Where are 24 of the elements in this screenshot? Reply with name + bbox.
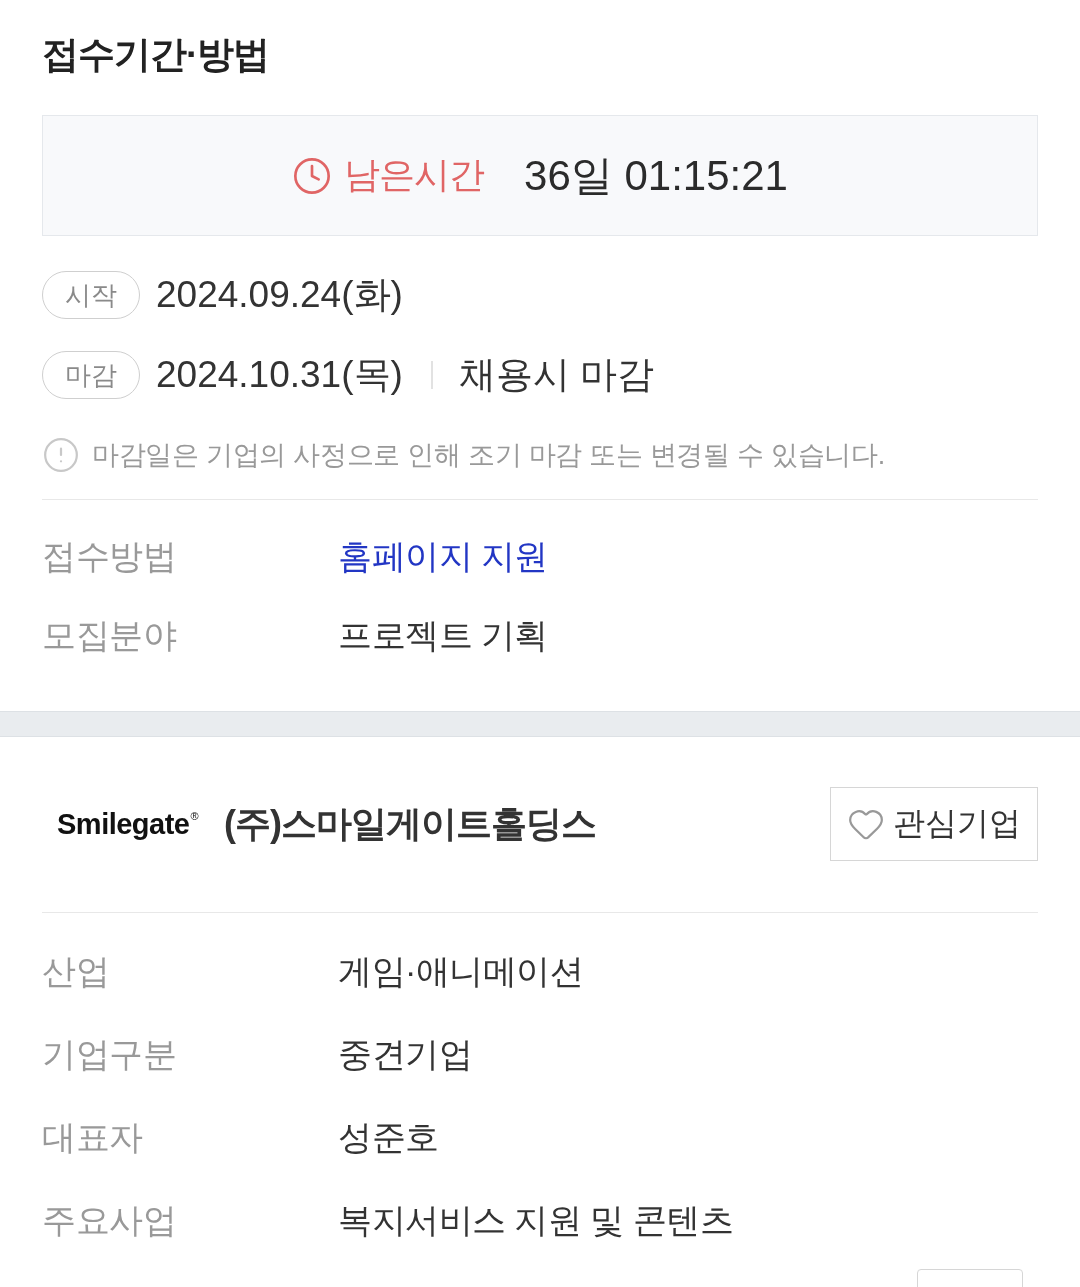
date-note: 채용시 마감 [458, 353, 655, 397]
info-label: 주요사업 [42, 1200, 177, 1241]
company-name: (주)스마일게이트홀딩스 [224, 801, 598, 846]
exclamation-icon [42, 436, 80, 474]
section-title: 접수기간·방법 [42, 33, 271, 77]
info-value: 게임·애니메이션 [338, 951, 584, 992]
company-logo: Smilegate$^{®}$ [57, 807, 199, 841]
info-label: 대표자 [42, 1117, 144, 1158]
date-text: 2024.09.24(화) [156, 273, 403, 317]
info-value: 성준호 [338, 1117, 439, 1158]
countdown-value: 36일 01:15:21 [524, 150, 788, 201]
info-value: 복지서비스 지원 및 콘텐츠 [338, 1200, 734, 1241]
info-value: 중견기업 [338, 1034, 472, 1075]
info-label: 산업 [42, 951, 110, 992]
clock-icon [292, 155, 333, 196]
date-text: 2024.10.31(목) [156, 353, 403, 397]
info-label: 기업구분 [42, 1034, 177, 1075]
countdown-label: 남은시간 [344, 153, 485, 197]
info-label: 모집분야 [42, 615, 177, 656]
notice-text: 마감일은 기업의 사정으로 인해 조기 마감 또는 변경될 수 있습니다. [92, 439, 885, 472]
info-value: 프로젝트 기획 [338, 615, 548, 656]
info-link[interactable]: 홈페이지 지원 [338, 534, 548, 580]
follow-button[interactable]: 관심기업 [830, 787, 1038, 861]
info-label: 접수방법 [42, 536, 177, 577]
